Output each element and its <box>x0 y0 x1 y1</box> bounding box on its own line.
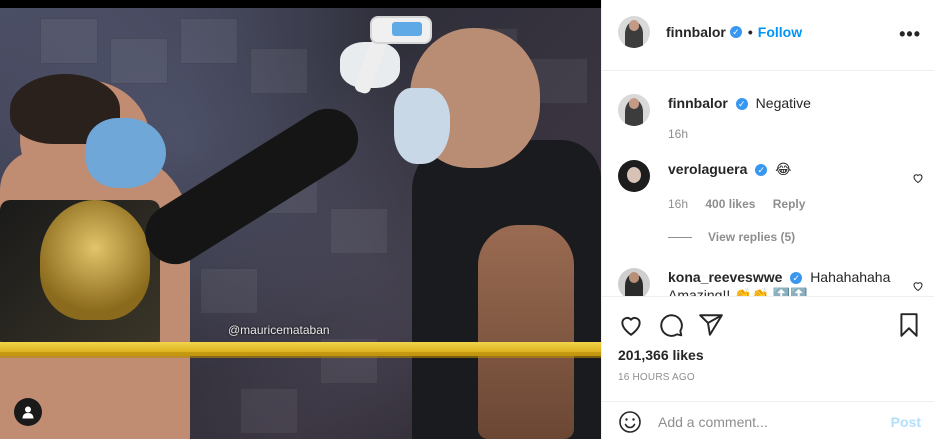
comment-body: 😂 <box>775 161 792 177</box>
comment-username[interactable]: verolaguera <box>668 161 747 177</box>
caption: finnbalor ✓ Negative 16h <box>618 94 918 144</box>
comment-text: verolaguera ✓ 😂 <box>668 160 898 178</box>
comment-username[interactable]: finnbalor <box>668 95 728 111</box>
thermometer-screen <box>392 22 422 36</box>
face-mask-left <box>86 118 166 188</box>
comment-username[interactable]: kona_reeveswwe <box>668 269 782 285</box>
separator: • <box>747 24 753 40</box>
avatar[interactable] <box>618 268 650 296</box>
heart-icon[interactable] <box>912 172 924 184</box>
post-side-panel: finnbalor ✓ • Follow ••• finnbalor ✓ Neg… <box>601 0 934 439</box>
post-image[interactable]: @mauricemataban <box>0 0 601 439</box>
comment-time: 16h <box>668 127 689 141</box>
comment-input[interactable] <box>658 412 878 432</box>
view-replies-label: View replies (5) <box>708 230 796 244</box>
post-header: finnbalor ✓ • Follow ••• <box>602 0 934 71</box>
author-username[interactable]: finnbalor <box>666 24 726 40</box>
follow-button[interactable]: Follow <box>758 24 802 40</box>
comment-time: 16h <box>668 197 689 211</box>
comment-meta: 16h <box>668 127 702 141</box>
reply-button[interactable]: Reply <box>773 197 806 211</box>
verified-icon: ✓ <box>729 26 742 38</box>
avatar[interactable] <box>618 160 650 192</box>
user-tag-icon[interactable] <box>14 398 42 426</box>
ring-rope-shadow <box>0 352 601 358</box>
post-actions: 201,366 likes 16 HOURS AGO <box>602 296 934 390</box>
header-user-row: finnbalor ✓ • Follow <box>666 24 802 40</box>
avatar[interactable] <box>618 94 650 126</box>
image-watermark: @mauricemataban <box>228 323 330 337</box>
likes-count[interactable]: 201,366 likes <box>618 347 704 363</box>
comment-body: Negative <box>755 95 811 111</box>
comments-list[interactable]: finnbalor ✓ Negative 16h verolaguera ✓ 😂… <box>602 72 934 296</box>
verified-icon: ✓ <box>755 164 768 177</box>
verified-icon: ✓ <box>735 98 748 111</box>
heart-icon[interactable] <box>912 280 924 292</box>
bookmark-icon[interactable] <box>896 312 922 338</box>
list-item: verolaguera ✓ 😂 16h 400 likes Reply <box>618 160 923 211</box>
face-mask-right <box>394 88 450 164</box>
avatar[interactable] <box>618 16 650 48</box>
comment-icon[interactable] <box>658 312 684 338</box>
replies-divider <box>668 236 692 238</box>
image-top-bar <box>0 0 601 8</box>
verified-icon: ✓ <box>790 272 803 285</box>
view-replies-button[interactable]: View replies (5) <box>668 230 795 244</box>
belt-plate <box>40 200 150 320</box>
comment-text: kona_reeveswwe ✓ Hahahahaha Amazing!! 👏👏… <box>668 268 898 296</box>
comment-meta: 16h 400 likes Reply <box>668 197 819 211</box>
comment-composer: Post <box>602 401 934 439</box>
heart-icon[interactable] <box>618 312 644 338</box>
comment-text: finnbalor ✓ Negative <box>668 94 898 112</box>
comment-likes[interactable]: 400 likes <box>705 197 755 211</box>
share-icon[interactable] <box>698 312 724 338</box>
post-button[interactable]: Post <box>891 414 921 430</box>
list-item: kona_reeveswwe ✓ Hahahahaha Amazing!! 👏👏… <box>618 268 923 296</box>
post-time[interactable]: 16 HOURS AGO <box>618 372 695 383</box>
emoji-icon[interactable] <box>618 410 642 434</box>
tattooed-arm <box>478 225 574 439</box>
more-icon[interactable]: ••• <box>899 24 921 45</box>
